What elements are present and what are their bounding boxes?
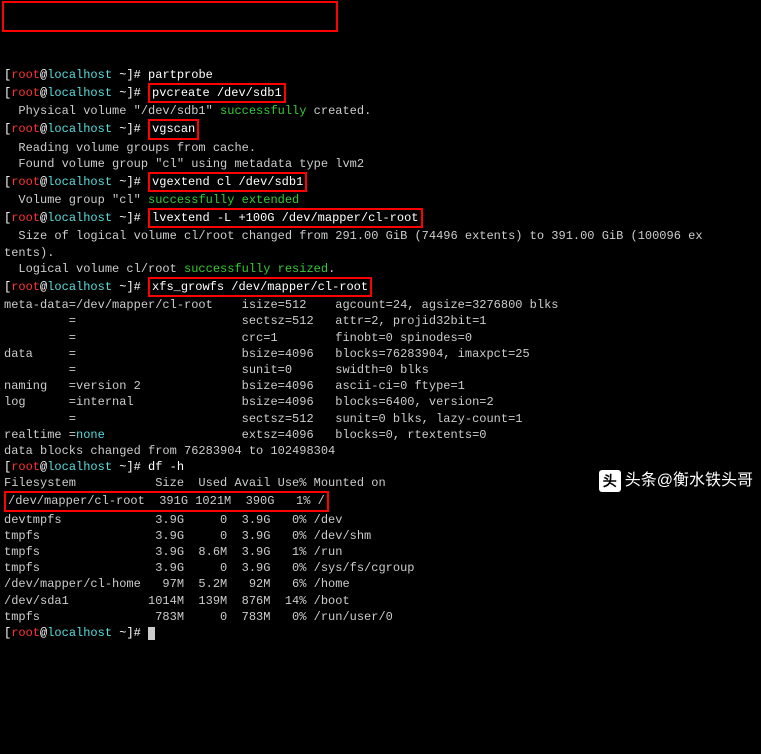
watermark-prefix: 头条 xyxy=(625,472,657,489)
output-line: Logical volume cl/root successfully resi… xyxy=(4,261,757,277)
cmd-vgextend: vgextend cl /dev/sdb1 xyxy=(148,172,307,192)
cursor xyxy=(148,627,155,640)
terminal-output: [root@localhost ~]# partprobe[root@local… xyxy=(4,67,757,641)
cmd-lvextend: lvextend -L +100G /dev/mapper/cl-root xyxy=(148,208,422,228)
output-line: meta-data=/dev/mapper/cl-root isize=512 … xyxy=(4,297,757,313)
cmd-xfsgrowfs: xfs_growfs /dev/mapper/cl-root xyxy=(148,277,372,297)
df-row: /dev/sda1 1014M 139M 876M 14% /boot xyxy=(4,593,757,609)
output-line: data = bsize=4096 blocks=76283904, imaxp… xyxy=(4,346,757,362)
output-line: log =internal bsize=4096 blocks=6400, ve… xyxy=(4,394,757,410)
watermark: 头 头条@衡水铁头哥 xyxy=(599,470,753,492)
output-line: realtime =none extsz=4096 blocks=0, rtex… xyxy=(4,427,757,443)
df-row: /dev/mapper/cl-home 97M 5.2M 92M 6% /hom… xyxy=(4,576,757,592)
output-line: = sunit=0 swidth=0 blks xyxy=(4,362,757,378)
output-line: = sectsz=512 sunit=0 blks, lazy-count=1 xyxy=(4,411,757,427)
output-line: = crc=1 finobt=0 spinodes=0 xyxy=(4,330,757,346)
output-line: tents). xyxy=(4,245,757,261)
df-row: tmpfs 3.9G 0 3.9G 0% /sys/fs/cgroup xyxy=(4,560,757,576)
highlight-box-top xyxy=(2,1,338,32)
watermark-at: @ xyxy=(657,472,673,489)
df-row: tmpfs 3.9G 8.6M 3.9G 1% /run xyxy=(4,544,757,560)
df-row: devtmpfs 3.9G 0 3.9G 0% /dev xyxy=(4,512,757,528)
df-row: tmpfs 3.9G 0 3.9G 0% /dev/shm xyxy=(4,528,757,544)
toutiao-icon: 头 xyxy=(599,470,621,492)
output-line: Found volume group "cl" using metadata t… xyxy=(4,156,757,172)
watermark-name: 衡水铁头哥 xyxy=(673,472,753,489)
output-line: Volume group "cl" successfully extended xyxy=(4,192,757,208)
output-line: Size of logical volume cl/root changed f… xyxy=(4,228,757,244)
output-line: Physical volume "/dev/sdb1" successfully… xyxy=(4,103,757,119)
df-row: tmpfs 783M 0 783M 0% /run/user/0 xyxy=(4,609,757,625)
cmd-pvcreate: pvcreate /dev/sdb1 xyxy=(148,83,286,103)
df-root-row: /dev/mapper/cl-root 391G 1021M 390G 1% / xyxy=(4,491,329,511)
output-line: Reading volume groups from cache. xyxy=(4,140,757,156)
cmd-dfh: df -h xyxy=(148,460,184,474)
output-line: naming =version 2 bsize=4096 ascii-ci=0 … xyxy=(4,378,757,394)
output-line: = sectsz=512 attr=2, projid32bit=1 xyxy=(4,313,757,329)
cmd-partprobe: partprobe xyxy=(148,68,213,82)
cmd-vgscan: vgscan xyxy=(148,119,199,139)
output-line: data blocks changed from 76283904 to 102… xyxy=(4,443,757,459)
